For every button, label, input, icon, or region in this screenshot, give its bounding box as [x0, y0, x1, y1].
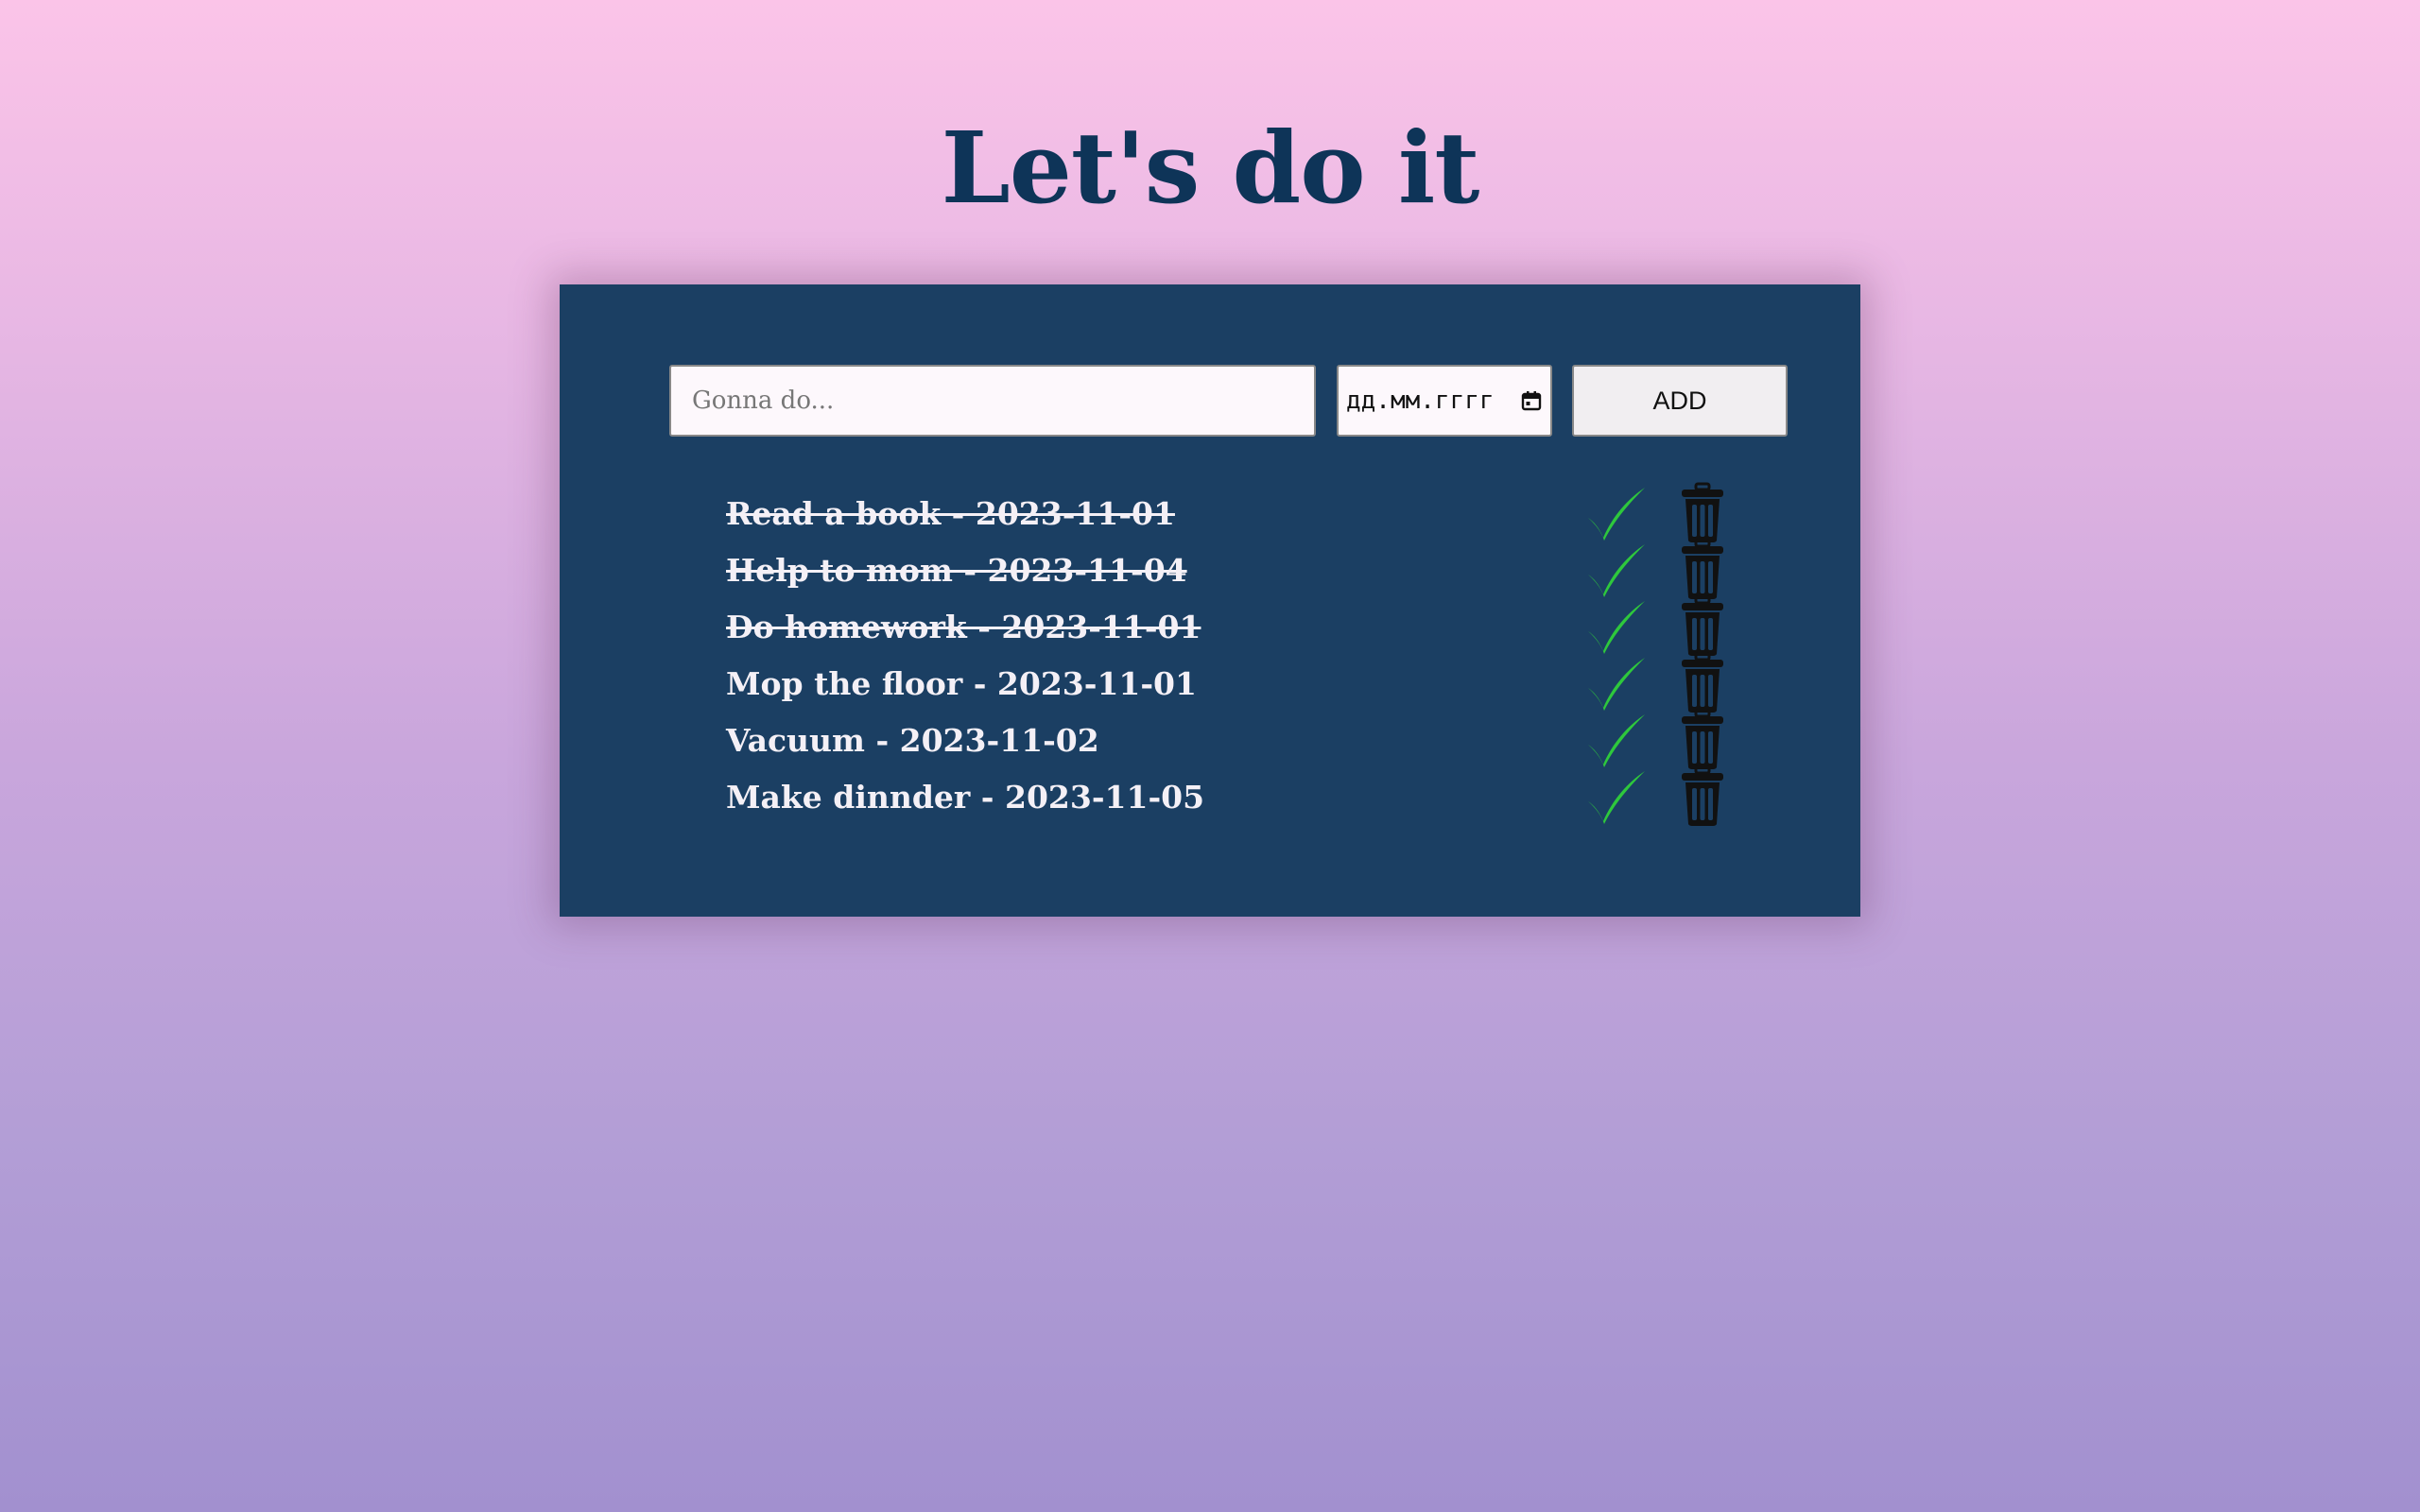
task-text: Read a book - 2023-11-01 — [726, 495, 1175, 532]
todo-card: дд.мм.гггг ADD Read a book - 2023-11-01 — [560, 284, 1860, 917]
task-item: Mop the floor - 2023-11-01 — [726, 652, 1723, 713]
task-item: Do homework - 2023-11-01 — [726, 595, 1723, 656]
task-text: Do homework - 2023-11-01 — [726, 609, 1201, 645]
task-input[interactable] — [669, 365, 1316, 437]
task-text: Help to mom - 2023-11-04 — [726, 552, 1187, 589]
check-icon[interactable] — [1586, 486, 1647, 542]
task-item: Make dinnder - 2023-11-05 — [726, 765, 1723, 826]
trash-icon[interactable] — [1679, 539, 1726, 601]
page-title: Let's do it — [941, 110, 1480, 226]
trash-icon[interactable] — [1679, 709, 1726, 771]
trash-icon[interactable] — [1679, 482, 1726, 544]
check-icon[interactable] — [1586, 542, 1647, 599]
task-item: Help to mom - 2023-11-04 — [726, 539, 1723, 599]
trash-icon[interactable] — [1679, 652, 1726, 714]
check-icon[interactable] — [1586, 769, 1647, 826]
trash-icon[interactable] — [1679, 765, 1726, 828]
trash-icon[interactable] — [1679, 595, 1726, 658]
date-field[interactable]: дд.мм.гггг — [1337, 365, 1552, 437]
task-list: Read a book - 2023-11-01 Help to mom - 2… — [726, 482, 1723, 826]
check-icon[interactable] — [1586, 713, 1647, 769]
calendar-icon[interactable] — [1520, 389, 1543, 412]
check-icon[interactable] — [1586, 656, 1647, 713]
task-text: Vacuum - 2023-11-02 — [726, 722, 1099, 759]
task-text: Make dinnder - 2023-11-05 — [726, 779, 1205, 816]
date-placeholder: дд.мм.гггг — [1346, 387, 1495, 415]
check-icon[interactable] — [1586, 599, 1647, 656]
task-text: Mop the floor - 2023-11-01 — [726, 665, 1197, 702]
add-button[interactable]: ADD — [1572, 365, 1788, 437]
task-item: Read a book - 2023-11-01 — [726, 482, 1723, 542]
task-item: Vacuum - 2023-11-02 — [726, 709, 1723, 769]
